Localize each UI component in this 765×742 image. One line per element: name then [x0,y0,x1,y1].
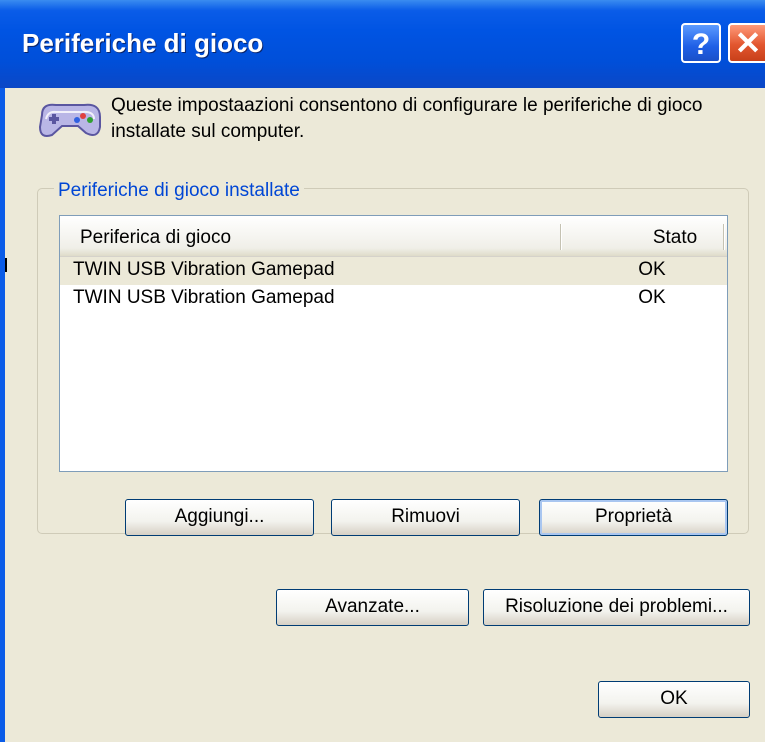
column-divider[interactable] [560,224,562,250]
window-title: Periferiche di gioco [22,28,264,58]
description-text: Queste impostaazioni consentono di confi… [111,95,703,142]
group-legend: Periferiche di gioco installate [54,180,304,202]
advanced-button[interactable]: Avanzate... [276,589,469,626]
title-bar[interactable]: Periferiche di gioco ? ✕ [0,0,765,88]
device-state: OK [638,259,666,280]
remove-button[interactable]: Rimuovi [331,499,520,536]
ok-button[interactable]: OK [598,681,750,718]
window-border [0,88,5,742]
close-button[interactable]: ✕ [728,23,765,63]
device-name: TWIN USB Vibration Gamepad [73,287,335,308]
add-button[interactable]: Aggiungi... [125,499,314,536]
devices-list[interactable]: Periferica di gioco Stato TWIN USB Vibra… [59,215,728,472]
column-header-device[interactable]: Periferica di gioco [80,227,231,249]
column-divider[interactable] [723,224,725,250]
gamepad-icon [38,103,101,137]
list-header: Periferica di gioco Stato [60,216,727,257]
column-header-state[interactable]: Stato [623,227,727,249]
list-item[interactable]: TWIN USB Vibration Gamepad OK [60,285,727,313]
device-state: OK [638,287,666,308]
device-name: TWIN USB Vibration Gamepad [73,259,335,280]
troubleshoot-button[interactable]: Risoluzione dei problemi... [483,589,750,626]
game-controllers-dialog: Periferiche di gioco ? ✕ Queste impostaa… [0,0,765,742]
help-button[interactable]: ? [681,23,721,63]
properties-button[interactable]: Proprietà [539,499,728,536]
divider [5,258,7,272]
list-item[interactable]: TWIN USB Vibration Gamepad OK [60,257,727,285]
